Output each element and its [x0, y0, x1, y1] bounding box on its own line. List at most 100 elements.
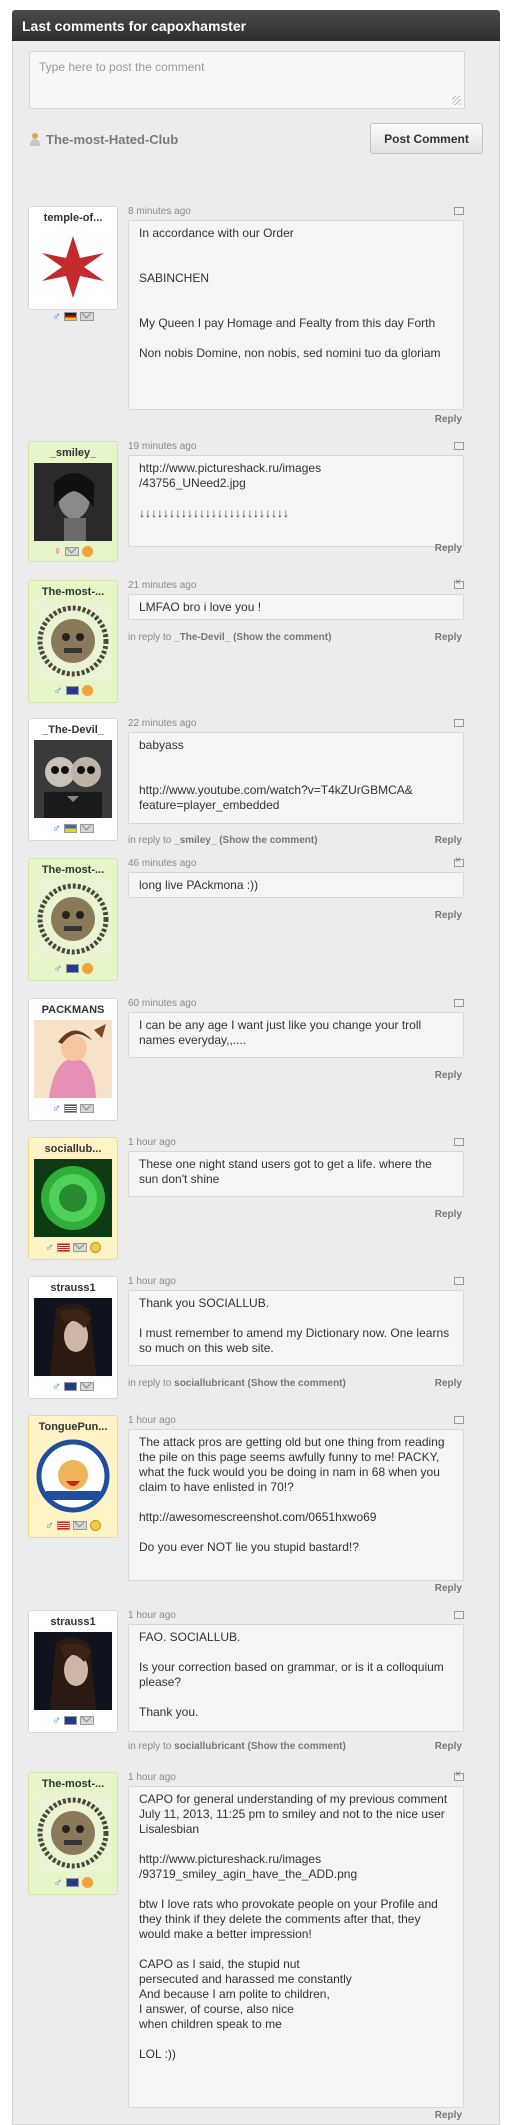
- reply-link[interactable]: Reply: [435, 543, 462, 554]
- user-card[interactable]: strauss1 ♂: [28, 1610, 118, 1733]
- username[interactable]: TonguePun...: [29, 1416, 117, 1437]
- avatar[interactable]: [34, 1020, 112, 1098]
- comment-time: 46 minutes ago: [128, 858, 197, 869]
- usa-flag-icon: [64, 1103, 77, 1113]
- mail-icon[interactable]: [80, 1103, 94, 1113]
- user-card[interactable]: The-most-... ♂: [28, 1772, 118, 1895]
- mail-icon[interactable]: [80, 823, 94, 833]
- show-comment-link[interactable]: (Show the comment): [248, 1741, 346, 1752]
- username[interactable]: PACKMANS: [29, 999, 117, 1020]
- uk-flag-icon: [64, 1381, 77, 1391]
- user-card[interactable]: TonguePun... ♂: [28, 1415, 118, 1538]
- quote-icon[interactable]: [454, 1138, 464, 1146]
- avatar[interactable]: [34, 1437, 112, 1515]
- mail-icon[interactable]: [73, 1520, 87, 1530]
- user-card[interactable]: temple-of... ♂: [28, 206, 118, 322]
- club-name: The-most-Hated-Club: [46, 132, 179, 147]
- reply-target-link[interactable]: _The-Devil_: [174, 632, 230, 643]
- avatar[interactable]: [34, 1632, 112, 1710]
- delete-icon[interactable]: [454, 1769, 464, 1781]
- quote-icon[interactable]: [454, 719, 464, 727]
- comment-footer: in reply to sociallubricant (Show the co…: [128, 1378, 464, 1389]
- delete-icon[interactable]: [454, 577, 464, 589]
- mail-icon[interactable]: [73, 1242, 87, 1252]
- show-comment-link[interactable]: (Show the comment): [219, 835, 317, 846]
- avatar[interactable]: [34, 1159, 112, 1237]
- username[interactable]: The-most-...: [29, 859, 117, 880]
- user-card[interactable]: sociallub... ♂: [28, 1137, 118, 1260]
- reply-link[interactable]: Reply: [435, 1378, 462, 1389]
- username[interactable]: _The-Devil_: [29, 719, 117, 740]
- reply-target-link[interactable]: sociallubricant: [174, 1378, 245, 1389]
- username[interactable]: temple-of...: [29, 207, 117, 228]
- user-card[interactable]: _smiley_ ♀: [28, 441, 118, 562]
- user-card[interactable]: _The-Devil_ ♂: [28, 718, 118, 841]
- male-icon: ♂: [53, 961, 63, 975]
- avatar[interactable]: [34, 1298, 112, 1376]
- reply-link[interactable]: Reply: [435, 910, 462, 921]
- male-icon: ♂: [52, 1101, 61, 1115]
- username[interactable]: _smiley_: [29, 442, 117, 463]
- friend-icon: [81, 1876, 93, 1888]
- user-card[interactable]: PACKMANS ♂: [28, 998, 118, 1121]
- avatar[interactable]: [34, 228, 112, 306]
- avatar[interactable]: [34, 463, 112, 541]
- mail-icon[interactable]: [80, 1381, 94, 1391]
- usa-flag-icon: [57, 1520, 70, 1530]
- comment-text: CAPO for general understanding of my pre…: [128, 1786, 464, 2108]
- user-card[interactable]: The-most-... ♂: [28, 858, 118, 981]
- reply-link[interactable]: Reply: [435, 1209, 462, 1220]
- widget-header: Last comments for capoxhamster: [12, 10, 500, 41]
- comment-text: babyass http://www.youtube.com/watch?v=T…: [128, 732, 464, 824]
- user-badges: ♂: [29, 818, 117, 839]
- mail-icon[interactable]: [65, 546, 79, 556]
- user-icon: [29, 133, 41, 146]
- resize-handle-icon[interactable]: [452, 96, 461, 105]
- quote-icon[interactable]: [454, 207, 464, 215]
- comment-text: I can be any age I want just like you ch…: [128, 1012, 464, 1058]
- show-comment-link[interactable]: (Show the comment): [233, 632, 331, 643]
- reply-target-link[interactable]: _smiley_: [174, 835, 216, 846]
- quote-icon[interactable]: [454, 1416, 464, 1424]
- username[interactable]: The-most-...: [29, 1773, 117, 1794]
- club-link[interactable]: The-most-Hated-Club: [29, 132, 178, 147]
- user-card[interactable]: The-most-... ♂: [28, 580, 118, 703]
- male-icon: ♂: [52, 1379, 61, 1393]
- comments-widget: Last comments for capoxhamster Type here…: [12, 10, 500, 2125]
- avatar[interactable]: [34, 602, 112, 680]
- reply-link[interactable]: Reply: [435, 835, 462, 846]
- username[interactable]: sociallub...: [29, 1138, 117, 1159]
- avatar[interactable]: [34, 1794, 112, 1872]
- reply-link[interactable]: Reply: [435, 1070, 462, 1081]
- male-icon: ♂: [45, 1518, 54, 1532]
- reply-link[interactable]: Reply: [435, 632, 462, 643]
- male-icon: ♂: [53, 683, 63, 697]
- reply-link[interactable]: Reply: [435, 1741, 462, 1752]
- quote-icon[interactable]: [454, 1611, 464, 1619]
- in-reply-info: in reply to sociallubricant (Show the co…: [128, 1378, 346, 1389]
- username[interactable]: The-most-...: [29, 581, 117, 602]
- username[interactable]: strauss1: [29, 1611, 117, 1632]
- quote-icon[interactable]: [454, 999, 464, 1007]
- reply-target-link[interactable]: sociallubricant: [174, 1741, 245, 1752]
- username[interactable]: strauss1: [29, 1277, 117, 1298]
- mail-icon[interactable]: [80, 311, 94, 321]
- reply-link[interactable]: Reply: [435, 414, 462, 425]
- comment-input[interactable]: Type here to post the comment: [29, 51, 465, 109]
- avatar[interactable]: [34, 880, 112, 958]
- comment-text: The attack pros are getting old but one …: [128, 1429, 464, 1581]
- reply-link[interactable]: Reply: [435, 1583, 462, 1594]
- post-comment-button[interactable]: Post Comment: [370, 123, 483, 154]
- quote-icon[interactable]: [454, 1277, 464, 1285]
- show-comment-link[interactable]: (Show the comment): [248, 1378, 346, 1389]
- comment-time: 19 minutes ago: [128, 441, 197, 452]
- mail-icon[interactable]: [80, 1715, 94, 1725]
- delete-icon[interactable]: [454, 855, 464, 867]
- comment-time: 21 minutes ago: [128, 580, 197, 591]
- avatar[interactable]: [34, 740, 112, 818]
- quote-icon[interactable]: [454, 442, 464, 450]
- reply-link[interactable]: Reply: [435, 2110, 462, 2121]
- comment-text: http://www.pictureshack.ru/images /43756…: [128, 455, 464, 547]
- comment-footer: in reply to _smiley_ (Show the comment) …: [128, 835, 464, 846]
- user-card[interactable]: strauss1 ♂: [28, 1276, 118, 1399]
